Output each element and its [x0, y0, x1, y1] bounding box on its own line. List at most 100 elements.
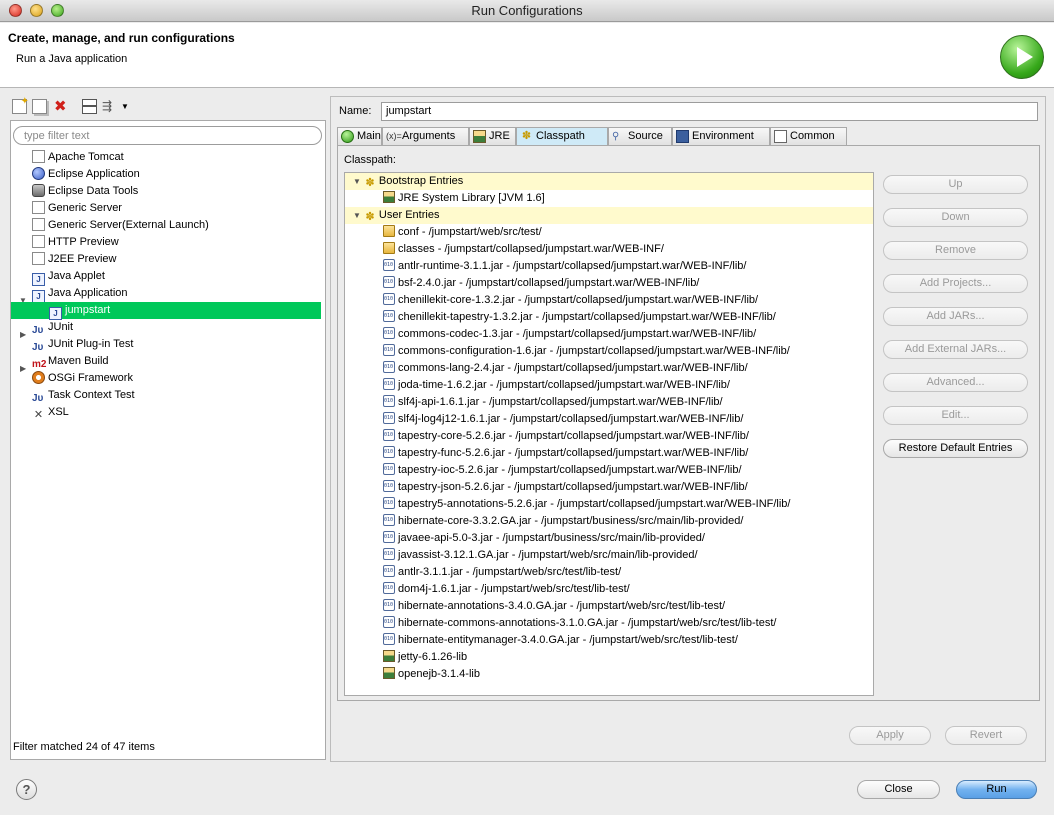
jar-icon — [383, 582, 395, 594]
list-item[interactable]: chenillekit-tapestry-1.3.2.jar - /jumpst… — [345, 309, 776, 326]
list-item[interactable]: hibernate-core-3.3.2.GA.jar - /jumpstart… — [345, 513, 743, 530]
jar-icon — [383, 497, 395, 509]
tree-item-osgi-framework[interactable]: OSGi Framework — [32, 370, 133, 387]
duplicate-icon[interactable] — [32, 99, 47, 114]
list-item[interactable]: chenillekit-core-1.3.2.jar - /jumpstart/… — [345, 292, 758, 309]
tab-environment[interactable]: Environment — [672, 127, 770, 146]
tree-item-http-preview[interactable]: HTTP Preview — [32, 234, 119, 251]
folder-icon — [383, 225, 395, 237]
tree-item-j2ee-preview[interactable]: J2EE Preview — [32, 251, 116, 268]
collapse-all-icon[interactable] — [82, 99, 97, 114]
zoom-window-button[interactable] — [51, 4, 64, 17]
tree-item-java-applet[interactable]: J Java Applet — [32, 268, 105, 286]
jar-icon — [383, 344, 395, 356]
tree-item-eclipse-application[interactable]: Eclipse Application — [32, 166, 140, 183]
list-item[interactable]: conf - /jumpstart/web/src/test/ — [345, 224, 542, 241]
jar-icon — [383, 565, 395, 577]
list-item[interactable]: tapestry-ioc-5.2.6.jar - /jumpstart/coll… — [345, 462, 742, 479]
filter-input[interactable] — [13, 126, 322, 145]
list-item[interactable]: hibernate-annotations-3.4.0.GA.jar - /ju… — [345, 598, 725, 615]
tree-item-eclipse-data-tools[interactable]: Eclipse Data Tools — [32, 183, 138, 200]
revert-button[interactable]: Revert — [945, 726, 1027, 745]
down-button[interactable]: Down — [883, 208, 1028, 227]
list-item[interactable]: bsf-2.4.0.jar - /jumpstart/collapsed/jum… — [345, 275, 699, 292]
tree-item-xsl[interactable]: ✕ XSL — [32, 404, 69, 421]
xsl-icon: ✕ — [33, 409, 44, 421]
chevron-down-icon[interactable]: ▼ — [121, 99, 136, 114]
list-item[interactable]: hibernate-entitymanager-3.4.0.GA.jar - /… — [345, 632, 738, 649]
list-item[interactable]: commons-lang-2.4.jar - /jumpstart/collap… — [345, 360, 748, 377]
minimize-window-button[interactable] — [30, 4, 43, 17]
list-item[interactable]: dom4j-1.6.1.jar - /jumpstart/web/src/tes… — [345, 581, 630, 598]
list-item[interactable]: hibernate-commons-annotations-3.1.0.GA.j… — [345, 615, 776, 632]
tree-item-apache-tomcat[interactable]: Apache Tomcat — [32, 149, 124, 166]
close-window-button[interactable] — [9, 4, 22, 17]
tree-item-jumpstart[interactable]: Jjumpstart — [11, 302, 321, 320]
add-jars-button[interactable]: Add JARs... — [883, 307, 1028, 326]
jar-icon — [383, 395, 395, 407]
library-icon — [383, 191, 395, 203]
remove-button[interactable]: Remove — [883, 241, 1028, 260]
tab-main[interactable]: Main — [337, 127, 382, 146]
filter-status: Filter matched 24 of 47 items — [13, 741, 155, 753]
add-external-jars-button[interactable]: Add External JARs... — [883, 340, 1028, 359]
advanced-button[interactable]: Advanced... — [883, 373, 1028, 392]
list-item[interactable]: commons-codec-1.3.jar - /jumpstart/colla… — [345, 326, 756, 343]
list-item[interactable]: tapestry-func-5.2.6.jar - /jumpstart/col… — [345, 445, 748, 462]
tree-item-generic-server[interactable]: Generic Server — [32, 200, 122, 217]
list-item[interactable]: openejb-3.1.4-lib — [345, 666, 480, 683]
list-item[interactable]: slf4j-log4j12-1.6.1.jar - /jumpstart/col… — [345, 411, 743, 428]
chevron-right-icon[interactable]: ▶ — [20, 330, 26, 339]
list-item[interactable]: javassist-3.12.1.GA.jar - /jumpstart/web… — [345, 547, 698, 564]
list-item[interactable]: antlr-runtime-3.1.1.jar - /jumpstart/col… — [345, 258, 746, 275]
list-item[interactable]: javaee-api-5.0-3.jar - /jumpstart/busine… — [345, 530, 705, 547]
list-item[interactable]: tapestry-core-5.2.6.jar - /jumpstart/col… — [345, 428, 749, 445]
jar-icon — [383, 463, 395, 475]
delete-icon[interactable]: ✖ — [54, 99, 69, 114]
chevron-down-icon[interactable]: ▼ — [353, 211, 361, 220]
tree-item-task-context-test[interactable]: Jᴜ Task Context Test — [32, 387, 135, 404]
tree-item-java-application[interactable]: J Java Application — [32, 285, 128, 303]
bootstrap-entries-node[interactable]: ▼ ✽ Bootstrap Entries — [345, 173, 873, 190]
list-item[interactable]: joda-time-1.6.2.jar - /jumpstart/collaps… — [345, 377, 730, 394]
jar-icon — [383, 633, 395, 645]
close-button[interactable]: Close — [857, 780, 940, 799]
jar-icon — [383, 531, 395, 543]
list-item[interactable]: commons-configuration-1.6.jar - /jumpsta… — [345, 343, 790, 360]
tab-common[interactable]: Common — [770, 127, 847, 146]
user-entries-node[interactable]: ▼ ✽ User Entries — [345, 207, 873, 224]
list-item[interactable]: tapestry5-annotations-5.2.6.jar - /jumps… — [345, 496, 790, 513]
list-item[interactable]: slf4j-api-1.6.1.jar - /jumpstart/collaps… — [345, 394, 723, 411]
source-icon: ⚲ — [612, 131, 620, 142]
tab-arguments[interactable]: (x)= Arguments — [382, 127, 469, 146]
tree-item-junit-plugin-test[interactable]: Jᴜ JUnit Plug-in Test — [32, 336, 133, 353]
tab-source[interactable]: ⚲ Source — [608, 127, 672, 146]
tree-item-maven-build[interactable]: m2 Maven Build — [32, 353, 109, 370]
tab-classpath[interactable]: ✽ Classpath — [516, 127, 608, 146]
list-item[interactable]: tapestry-json-5.2.6.jar - /jumpstart/col… — [345, 479, 748, 496]
list-item[interactable]: antlr-3.1.1.jar - /jumpstart/web/src/tes… — [345, 564, 621, 581]
chevron-down-icon[interactable]: ▼ — [353, 177, 361, 186]
up-button[interactable]: Up — [883, 175, 1028, 194]
list-item[interactable]: JRE System Library [JVM 1.6] — [345, 190, 545, 207]
tree-item-generic-server-external[interactable]: Generic Server(External Launch) — [32, 217, 209, 234]
edit-button[interactable]: Edit... — [883, 406, 1028, 425]
page-icon — [32, 235, 45, 248]
restore-default-entries-button[interactable]: Restore Default Entries — [883, 439, 1028, 458]
dialog-header: Create, manage, and run configurations R… — [0, 23, 1054, 88]
classpath-tree[interactable]: ▼ ✽ Bootstrap Entries JRE System Library [… — [344, 172, 874, 696]
list-item[interactable]: classes - /jumpstart/collapsed/jumpstart… — [345, 241, 664, 258]
list-item[interactable]: jetty-6.1.26-lib — [345, 649, 467, 666]
tree-item-junit[interactable]: Jᴜ JUnit — [32, 319, 73, 336]
chevron-right-icon[interactable]: ▶ — [20, 364, 26, 373]
new-configuration-icon[interactable]: ✦ — [12, 96, 29, 114]
filter-configurations-icon[interactable]: ⇶ — [102, 99, 117, 114]
main-icon — [341, 130, 354, 143]
jar-icon — [383, 293, 395, 305]
run-button[interactable]: Run — [956, 780, 1037, 799]
help-icon[interactable]: ? — [16, 779, 37, 800]
name-field[interactable]: jumpstart — [381, 102, 1038, 121]
add-projects-button[interactable]: Add Projects... — [883, 274, 1028, 293]
tab-jre[interactable]: JRE — [469, 127, 516, 146]
apply-button[interactable]: Apply — [849, 726, 931, 745]
